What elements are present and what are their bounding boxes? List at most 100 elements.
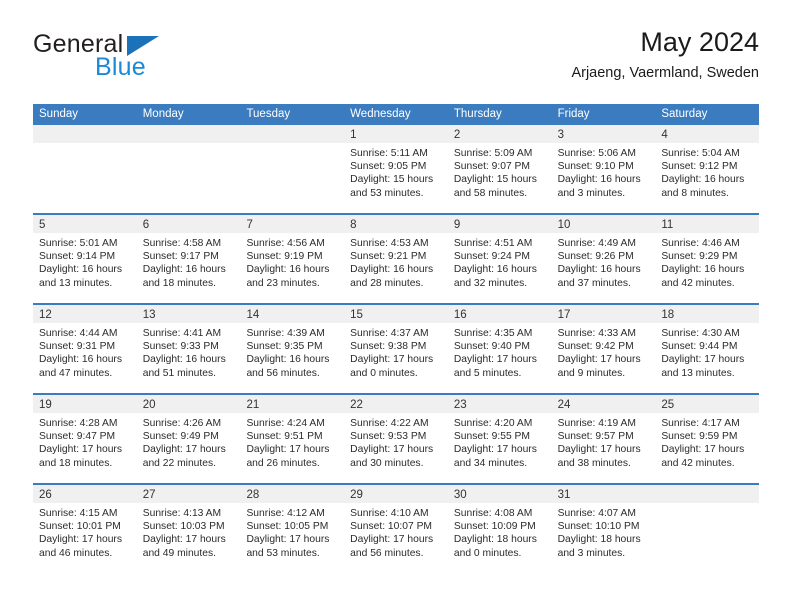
day-number: 8: [350, 219, 357, 231]
day-detail-line: and 0 minutes.: [350, 367, 418, 379]
day-cell[interactable]: 27 Sunrise: 4:13 AM Sunset: 10:03 PM Daylig…: [136, 485, 241, 573]
day-cell[interactable]: 16 Sunrise: 4:35 AM Sunset: 9:40 PM Dayligh…: [447, 305, 552, 393]
day-detail-line: Sunset: 9:42 PM: [557, 341, 634, 353]
day-cell[interactable]: 4 Sunrise: 5:04 AM Sunset: 9:12 PM Daylight…: [655, 125, 760, 213]
day-cell-empty: [33, 125, 137, 213]
day-detail-line: and 13 minutes.: [39, 277, 113, 289]
day-cell[interactable]: 23 Sunrise: 4:20 AM Sunset: 9:55 PM Dayligh…: [447, 395, 552, 483]
day-cell[interactable]: 31 Sunrise: 4:07 AM Sunset: 10:10 PM Daylig…: [551, 485, 656, 573]
day-cell[interactable]: 28 Sunrise: 4:12 AM Sunset: 10:05 PM Daylig…: [240, 485, 345, 573]
day-detail-line: Sunset: 9:51 PM: [246, 431, 323, 443]
day-cell-details: Sunrise: 4:53 AM Sunset: 9:21 PM Daylight:…: [344, 233, 448, 290]
calendar-page: General Blue May 2024 Arjaeng, Vaermland…: [0, 0, 792, 612]
day-cell-details: [137, 143, 241, 147]
day-cell[interactable]: 21 Sunrise: 4:24 AM Sunset: 9:51 PM Dayligh…: [240, 395, 345, 483]
day-cell[interactable]: 26 Sunrise: 4:15 AM Sunset: 10:01 PM Daylig…: [33, 485, 137, 573]
day-cell[interactable]: 25 Sunrise: 4:17 AM Sunset: 9:59 PM Dayligh…: [655, 395, 760, 483]
day-cell[interactable]: 30 Sunrise: 4:08 AM Sunset: 10:09 PM Daylig…: [447, 485, 552, 573]
day-cell[interactable]: 12 Sunrise: 4:44 AM Sunset: 9:31 PM Dayligh…: [33, 305, 137, 393]
day-cell[interactable]: 15 Sunrise: 4:37 AM Sunset: 9:38 PM Dayligh…: [344, 305, 448, 393]
day-number-band: 9: [447, 215, 552, 233]
day-cell[interactable]: 20 Sunrise: 4:26 AM Sunset: 9:49 PM Dayligh…: [136, 395, 241, 483]
day-detail-line: Sunrise: 4:17 AM: [661, 418, 740, 429]
day-detail-line: Daylight: 16 hours: [39, 264, 122, 276]
day-cell[interactable]: 29 Sunrise: 4:10 AM Sunset: 10:07 PM Daylig…: [344, 485, 448, 573]
day-number-band: 21: [240, 395, 345, 413]
day-cell[interactable]: 2 Sunrise: 5:09 AM Sunset: 9:07 PM Daylight…: [447, 125, 552, 213]
day-number-band: 30: [447, 485, 552, 503]
day-detail-line: Sunrise: 4:19 AM: [557, 418, 637, 429]
day-number-band: 22: [344, 395, 448, 413]
day-detail-line: and 53 minutes.: [246, 547, 320, 559]
day-cell[interactable]: 7 Sunrise: 4:56 AM Sunset: 9:19 PM Daylight…: [240, 215, 345, 303]
day-detail-line: Sunrise: 5:04 AM: [661, 148, 740, 159]
day-number: 17: [557, 309, 571, 321]
day-detail-line: Sunrise: 5:09 AM: [453, 148, 533, 159]
day-detail-line: Daylight: 17 hours: [39, 534, 122, 546]
day-cell-details: Sunrise: 5:01 AM Sunset: 9:14 PM Daylight:…: [33, 233, 137, 290]
day-number-band: 23: [447, 395, 552, 413]
day-cell-details: Sunrise: 4:46 AM Sunset: 9:29 PM Daylight:…: [655, 233, 759, 290]
day-detail-line: and 42 minutes.: [661, 277, 735, 289]
day-cell-details: Sunrise: 4:30 AM Sunset: 9:44 PM Daylight:…: [655, 323, 759, 380]
day-cell-details: Sunrise: 4:33 AM Sunset: 9:42 PM Daylight:…: [552, 323, 656, 380]
day-cell-details: Sunrise: 5:06 AM Sunset: 9:10 PM Daylight:…: [552, 143, 656, 200]
day-detail-line: Sunrise: 4:44 AM: [39, 328, 118, 339]
day-cell-details: [240, 143, 344, 147]
day-detail-line: Daylight: 17 hours: [350, 444, 434, 456]
day-number: 7: [246, 219, 253, 231]
day-number-band: 11: [655, 215, 760, 233]
day-cell[interactable]: 14 Sunrise: 4:39 AM Sunset: 9:35 PM Dayligh…: [240, 305, 345, 393]
day-number: 22: [350, 399, 363, 411]
day-cell[interactable]: 22 Sunrise: 4:22 AM Sunset: 9:53 PM Dayligh…: [344, 395, 448, 483]
day-cell[interactable]: 1 Sunrise: 5:11 AM Sunset: 9:05 PM Daylight…: [344, 125, 448, 213]
day-cell-details: Sunrise: 4:56 AM Sunset: 9:19 PM Daylight:…: [240, 233, 344, 290]
day-number: 1: [350, 129, 357, 141]
day-detail-line: and 47 minutes.: [39, 367, 113, 379]
day-cell-details: Sunrise: 5:09 AM Sunset: 9:07 PM Daylight:…: [448, 143, 552, 200]
day-detail-line: Sunrise: 4:46 AM: [661, 238, 740, 249]
day-detail-line: Sunset: 10:07 PM: [350, 521, 433, 533]
day-detail-line: and 18 minutes.: [39, 457, 113, 469]
general-blue-logo[interactable]: General Blue: [33, 32, 243, 90]
day-detail-line: Sunrise: 5:06 AM: [557, 148, 637, 159]
day-cell[interactable]: 3 Sunrise: 5:06 AM Sunset: 9:10 PM Daylight…: [551, 125, 656, 213]
day-number: 2: [453, 129, 461, 141]
day-number: 5: [39, 219, 46, 231]
day-cell[interactable]: 19 Sunrise: 4:28 AM Sunset: 9:47 PM Dayligh…: [33, 395, 137, 483]
day-cell[interactable]: 9 Sunrise: 4:51 AM Sunset: 9:24 PM Daylight…: [447, 215, 552, 303]
day-detail-line: Daylight: 16 hours: [557, 174, 641, 186]
weekday-header-friday: Friday: [557, 108, 590, 120]
day-cell[interactable]: 5 Sunrise: 5:01 AM Sunset: 9:14 PM Daylight…: [33, 215, 137, 303]
day-detail-line: Sunrise: 4:26 AM: [142, 418, 222, 429]
calendar-week-row: 5 Sunrise: 5:01 AM Sunset: 9:14 PM Daylight…: [33, 213, 760, 303]
day-cell[interactable]: 10 Sunrise: 4:49 AM Sunset: 9:26 PM Dayligh…: [551, 215, 656, 303]
day-detail-line: Daylight: 16 hours: [142, 264, 226, 276]
day-cell[interactable]: 18 Sunrise: 4:30 AM Sunset: 9:44 PM Dayligh…: [655, 305, 760, 393]
day-detail-line: Daylight: 17 hours: [39, 444, 122, 456]
day-detail-line: and 3 minutes.: [557, 187, 626, 199]
day-cell[interactable]: 6 Sunrise: 4:58 AM Sunset: 9:17 PM Daylight…: [136, 215, 241, 303]
day-number-band: 1: [344, 125, 448, 143]
day-number-band: 7: [240, 215, 345, 233]
day-detail-line: and 56 minutes.: [350, 547, 424, 559]
day-cell[interactable]: 24 Sunrise: 4:19 AM Sunset: 9:57 PM Dayligh…: [551, 395, 656, 483]
day-cell[interactable]: 13 Sunrise: 4:41 AM Sunset: 9:33 PM Dayligh…: [136, 305, 241, 393]
day-detail-line: Sunset: 9:10 PM: [557, 161, 634, 173]
day-detail-line: and 49 minutes.: [142, 547, 216, 559]
day-cell-details: Sunrise: 4:08 AM Sunset: 10:09 PM Daylight…: [448, 503, 552, 560]
day-detail-line: Daylight: 16 hours: [39, 354, 122, 366]
day-detail-line: Daylight: 15 hours: [350, 174, 434, 186]
day-cell-details: Sunrise: 4:28 AM Sunset: 9:47 PM Daylight:…: [33, 413, 137, 470]
calendar-week-row: 12 Sunrise: 4:44 AM Sunset: 9:31 PM Dayligh…: [33, 303, 760, 393]
calendar-week-row: 19 Sunrise: 4:28 AM Sunset: 9:47 PM Dayligh…: [33, 393, 760, 483]
day-cell[interactable]: 17 Sunrise: 4:33 AM Sunset: 9:42 PM Dayligh…: [551, 305, 656, 393]
day-number-band: 26: [33, 485, 137, 503]
day-detail-line: Sunrise: 4:10 AM: [350, 508, 429, 519]
day-detail-line: Daylight: 17 hours: [350, 534, 434, 546]
day-number: 9: [453, 219, 461, 231]
day-cell[interactable]: 8 Sunrise: 4:53 AM Sunset: 9:21 PM Daylight…: [344, 215, 448, 303]
day-detail-line: Daylight: 17 hours: [142, 444, 226, 456]
day-detail-line: Sunset: 9:59 PM: [661, 431, 738, 443]
day-cell[interactable]: 11 Sunrise: 4:46 AM Sunset: 9:29 PM Dayligh…: [655, 215, 760, 303]
